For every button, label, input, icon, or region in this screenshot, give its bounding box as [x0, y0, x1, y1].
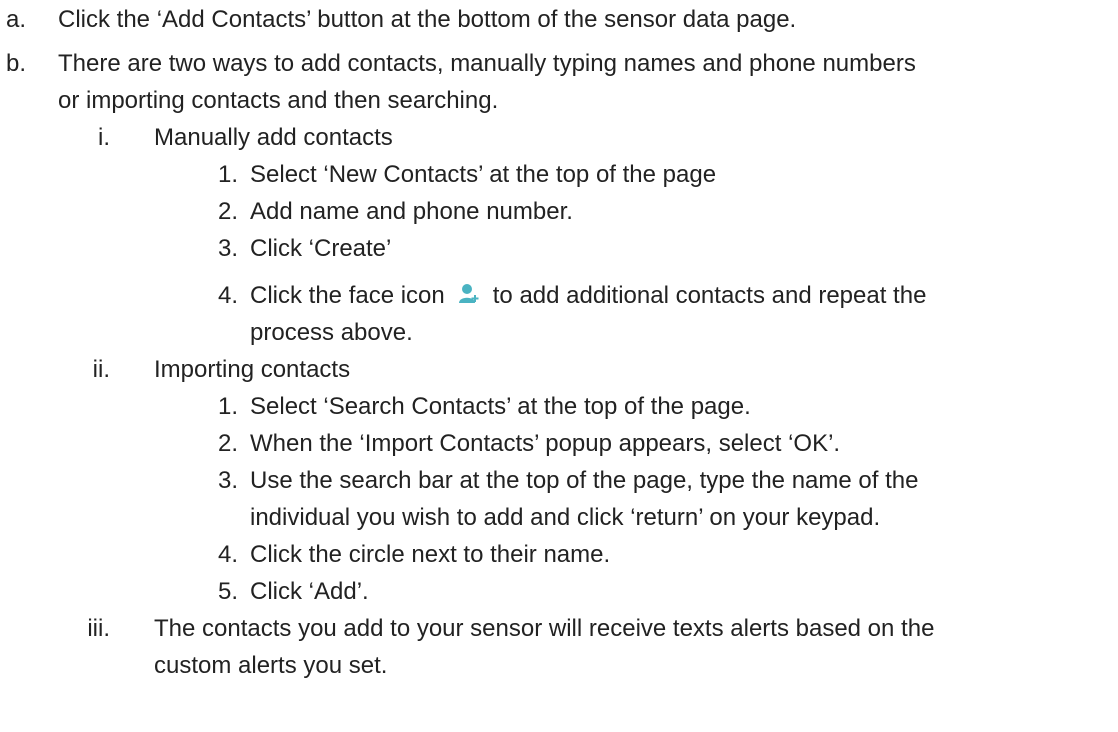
manual-step-3-text: Click ‘Create’ [250, 235, 392, 262]
step-b-text-line2: or importing contacts and then searching… [58, 87, 499, 114]
list-marker-ii: ii. [92, 356, 110, 383]
alerts-note-line2: custom alerts you set. [154, 652, 388, 679]
list-marker-iii: iii. [87, 615, 110, 642]
list-marker-i-2: 2. [218, 198, 239, 225]
import-step-3-line2: individual you wish to add and click ‘re… [250, 504, 881, 531]
list-marker-ii-5: 5. [218, 578, 239, 605]
list-marker-b: b. [6, 50, 27, 77]
step-b-text-line1: There are two ways to add contacts, manu… [58, 50, 916, 77]
list-marker-i-1: 1. [218, 161, 239, 188]
list-marker-i: i. [98, 124, 110, 151]
list-marker-ii-1: 1. [218, 393, 239, 420]
import-step-4-text: Click the circle next to their name. [250, 541, 611, 568]
manual-step-2-text: Add name and phone number. [250, 198, 573, 225]
list-marker-i-4: 4. [218, 282, 239, 309]
manual-step-1-text: Select ‘New Contacts’ at the top of the … [250, 161, 717, 188]
manual-step-4-line2: process above. [250, 319, 413, 346]
alerts-note-line1: The contacts you add to your sensor will… [154, 615, 935, 642]
list-marker-ii-2: 2. [218, 430, 239, 457]
list-marker-a: a. [6, 6, 27, 33]
list-marker-i-3: 3. [218, 235, 239, 262]
step-a-text: Click the ‘Add Contacts’ button at the b… [58, 6, 797, 33]
instructions-document: a. Click the ‘Add Contacts’ button at th… [0, 0, 1118, 732]
manual-step-4-text-before-icon: Click the face icon [250, 282, 445, 309]
import-step-5-text: Click ‘Add’. [250, 578, 369, 605]
manual-step-4-text-after-icon: to add additional contacts and repeat th… [492, 282, 927, 309]
import-step-3-line1: Use the search bar at the top of the pag… [250, 467, 919, 494]
import-heading: Importing contacts [154, 356, 351, 383]
manual-add-heading: Manually add contacts [154, 124, 393, 151]
list-marker-ii-4: 4. [218, 541, 239, 568]
add-contact-face-icon [458, 282, 479, 314]
manual-step-4-line1: Click the face icon to add additional con… [250, 280, 926, 314]
import-step-2-text: When the ‘Import Contacts’ popup appears… [250, 430, 841, 457]
import-step-1-text: Select ‘Search Contacts’ at the top of t… [250, 393, 751, 420]
list-marker-ii-3: 3. [218, 467, 239, 494]
